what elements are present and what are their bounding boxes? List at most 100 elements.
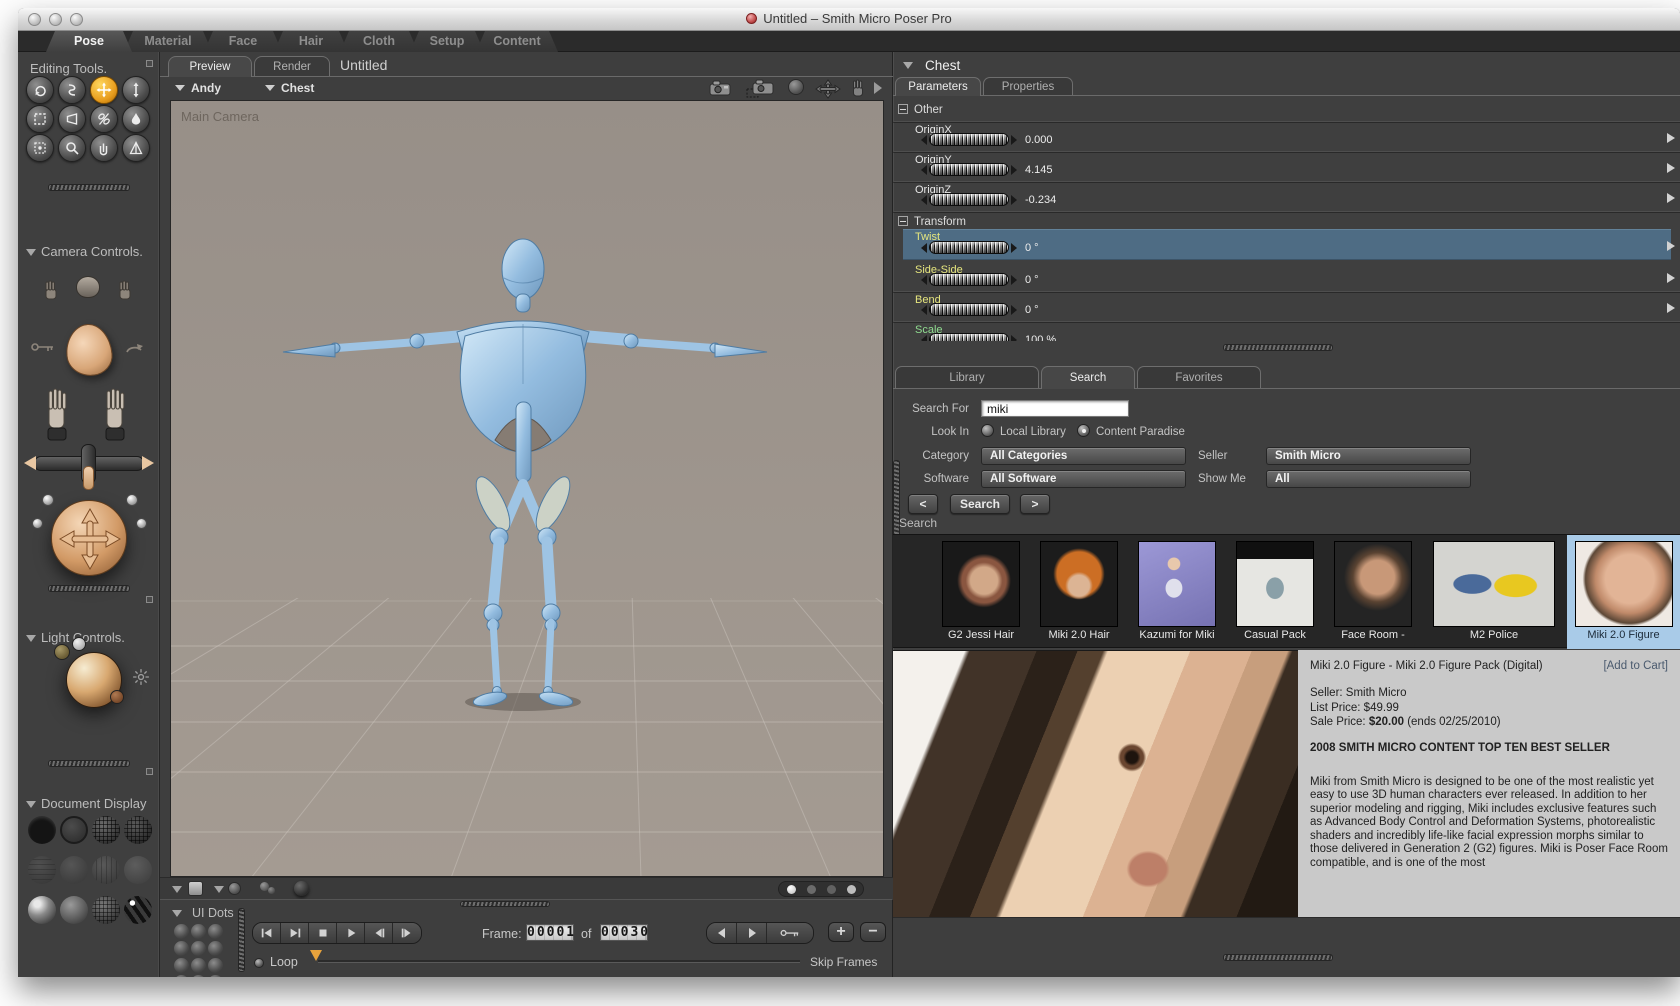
first-frame-button[interactable]: [253, 923, 281, 943]
panel-collapse-box-3[interactable]: [146, 768, 153, 775]
move-hand-icon[interactable]: [850, 79, 866, 99]
result-m2-police[interactable]: M2 Police: [1423, 535, 1565, 649]
page-setup-icon[interactable]: [188, 881, 203, 896]
result-g2-jessi-hair[interactable]: G2 Jessi Hair: [933, 535, 1029, 649]
thumbnail-image[interactable]: [1575, 541, 1673, 627]
play-button[interactable]: [337, 923, 365, 943]
camera-pan-down-hand-icon[interactable]: [83, 466, 94, 490]
tab-favorites[interactable]: Favorites: [1137, 366, 1261, 389]
thumbnail-image[interactable]: [1138, 541, 1216, 627]
morphing-tool-icon[interactable]: [90, 134, 118, 162]
param-dial-bend[interactable]: 0 °: [921, 303, 1039, 316]
camera-pan-left-hand-icon[interactable]: [24, 456, 36, 470]
loop-radio[interactable]: [254, 958, 264, 968]
taper-tool-icon[interactable]: [58, 105, 86, 133]
chain-break-tool-icon[interactable]: [90, 105, 118, 133]
thumbnail-image[interactable]: [1236, 541, 1314, 627]
result-kazumi-for-miki[interactable]: Kazumi for Miki: [1129, 535, 1225, 649]
tab-content[interactable]: Content: [476, 31, 558, 52]
thumbnail-image[interactable]: [1334, 541, 1412, 627]
display-texture-wire-icon[interactable]: [92, 896, 120, 924]
local-library-radio[interactable]: [981, 424, 994, 437]
thumbnail-image[interactable]: [1040, 541, 1118, 627]
local-library-label[interactable]: Local Library: [1000, 426, 1066, 438]
element-menu[interactable]: Chest: [265, 81, 314, 95]
zoom-tool-icon[interactable]: [58, 134, 86, 162]
panel-collapse-box[interactable]: [146, 60, 153, 67]
camera-orbit-ball-4[interactable]: [136, 518, 147, 529]
tracking-ball-icon[interactable]: [228, 882, 241, 895]
camera-trackball[interactable]: [51, 500, 127, 576]
twist-tool-icon[interactable]: [58, 76, 86, 104]
step-back-button[interactable]: [365, 923, 393, 943]
content-paradise-radio[interactable]: [1077, 424, 1090, 437]
seller-dropdown[interactable]: Smith Micro: [1266, 447, 1471, 465]
timeline-track[interactable]: [318, 960, 800, 963]
light-handle-3[interactable]: [110, 690, 124, 704]
tab-material[interactable]: Material: [124, 31, 212, 52]
color-tool-icon[interactable]: [122, 105, 150, 133]
palette-grip[interactable]: [460, 901, 550, 907]
edit-keyframes-button[interactable]: [767, 923, 813, 943]
camera-key-icon[interactable]: [30, 340, 56, 354]
collapse-triangle-icon[interactable]: [26, 635, 36, 642]
param-row-arrow[interactable]: [1667, 193, 1675, 203]
depth-cue-menu-icon[interactable]: [172, 886, 182, 893]
viewport[interactable]: Main Camera: [170, 100, 884, 877]
group-collapse-icon[interactable]: [898, 216, 908, 226]
result-face-room[interactable]: Face Room -: [1325, 535, 1421, 649]
stop-button[interactable]: [309, 923, 337, 943]
display-wireframe-icon[interactable]: [92, 816, 120, 844]
palette-resize-grip-3[interactable]: [48, 760, 130, 767]
display-style-dots[interactable]: [778, 881, 864, 897]
tab-search[interactable]: Search: [1041, 366, 1135, 389]
tab-parameters[interactable]: Parameters: [895, 77, 981, 96]
param-dial-sideside[interactable]: 0 °: [921, 273, 1039, 286]
param-row-arrow[interactable]: [1667, 163, 1675, 173]
tab-cloth[interactable]: Cloth: [340, 31, 418, 52]
tab-render[interactable]: Render: [254, 56, 330, 77]
camera-rotate-arrow-icon[interactable]: [124, 342, 146, 356]
last-frame-button[interactable]: [281, 923, 309, 943]
actor-menu[interactable]: Andy: [175, 81, 221, 95]
style-dot-3[interactable]: [827, 885, 836, 894]
previous-page-button[interactable]: <: [908, 494, 938, 514]
param-row-arrow[interactable]: [1667, 273, 1675, 283]
collapse-triangle-icon[interactable]: [903, 62, 913, 69]
group-other[interactable]: Other: [898, 103, 943, 116]
library-scroll-grip[interactable]: [1223, 954, 1333, 961]
display-cartoon-icon[interactable]: [124, 856, 152, 884]
multi-ball-icon-2[interactable]: [268, 887, 275, 894]
delete-keyframe-button[interactable]: −: [860, 922, 886, 942]
search-input[interactable]: [981, 400, 1129, 417]
param-dial-scale[interactable]: 100 %: [921, 333, 1056, 341]
skip-frames-label[interactable]: Skip Frames: [810, 955, 877, 969]
tab-properties[interactable]: Properties: [983, 77, 1073, 96]
search-button[interactable]: Search: [950, 494, 1010, 514]
display-flat-shaded-icon[interactable]: [60, 856, 88, 884]
camera-orbit-ball-3[interactable]: [32, 518, 43, 529]
add-keyframe-button[interactable]: +: [828, 922, 854, 942]
param-row-arrow[interactable]: [1667, 303, 1675, 313]
camera-hand-right-icon[interactable]: [116, 280, 134, 304]
result-miki-20-hair[interactable]: Miki 2.0 Hair: [1031, 535, 1127, 649]
group-transform[interactable]: Transform: [898, 215, 966, 228]
translate-tool-icon[interactable]: [90, 76, 118, 104]
camera-pan-right-hand-icon[interactable]: [142, 456, 154, 470]
total-frames-field[interactable]: 00030: [600, 924, 648, 941]
style-dot-2[interactable]: [807, 885, 816, 894]
param-row-arrow[interactable]: [1667, 133, 1675, 143]
move-yz-icon[interactable]: [814, 79, 842, 99]
rotate-tool-icon[interactable]: [26, 76, 54, 104]
camera-dolly-hand-right[interactable]: [102, 388, 128, 446]
next-page-button[interactable]: >: [1020, 494, 1050, 514]
trackball-mini-icon[interactable]: [788, 79, 804, 95]
category-dropdown[interactable]: All Categories: [981, 447, 1186, 465]
param-dial-originz[interactable]: -0.234: [921, 193, 1056, 206]
group-collapse-icon[interactable]: [898, 104, 908, 114]
light-handle-2[interactable]: [72, 637, 86, 651]
tab-hair[interactable]: Hair: [274, 31, 348, 52]
param-row-arrow[interactable]: [1667, 241, 1675, 251]
tab-pose[interactable]: Pose: [46, 31, 132, 52]
display-silhouette-icon[interactable]: [28, 816, 56, 844]
